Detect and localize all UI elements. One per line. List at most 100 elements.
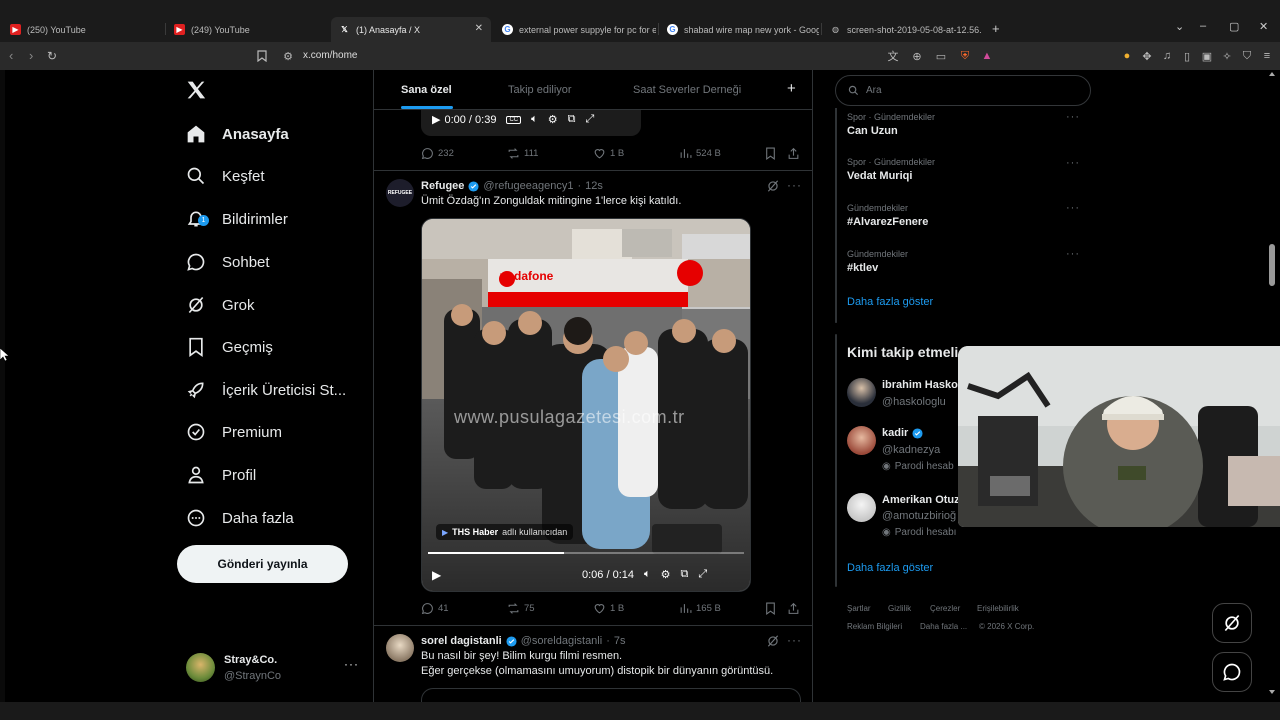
- search-box[interactable]: Ara: [835, 75, 1091, 106]
- tweet-author-name[interactable]: Refugee: [421, 180, 464, 192]
- bookmark-page-icon[interactable]: [255, 49, 269, 63]
- play-icon[interactable]: ▶: [432, 568, 441, 582]
- footer-link[interactable]: Şartlar: [847, 604, 871, 613]
- tweet-author-handle[interactable]: @refugeeagency1: [483, 180, 573, 192]
- maximize-icon[interactable]: ▢: [1229, 20, 1239, 33]
- site-info-icon[interactable]: ⚙: [281, 49, 295, 63]
- settings-icon[interactable]: ⚙: [548, 113, 558, 126]
- wallet-icon[interactable]: ▣: [1200, 49, 1214, 63]
- zoom-icon[interactable]: ⊕: [910, 49, 924, 63]
- avatar[interactable]: [847, 426, 876, 455]
- trend-name[interactable]: #ktlev: [847, 262, 878, 274]
- sidebar-item-premium[interactable]: Premium: [186, 414, 282, 450]
- puzzle-icon[interactable]: ✥: [1140, 49, 1154, 63]
- reply-button[interactable]: 232: [421, 147, 454, 160]
- leo-icon[interactable]: ✧: [1220, 49, 1234, 63]
- reload-icon[interactable]: ↻: [47, 49, 57, 63]
- extension-icon[interactable]: ●: [1120, 49, 1134, 63]
- video-credit[interactable]: ▶ THS Haber adlı kullanıcıdan: [436, 524, 574, 540]
- tab-list-icon[interactable]: ⌄: [1175, 20, 1184, 33]
- music-icon[interactable]: ♫: [1160, 49, 1174, 63]
- scroll-down-icon[interactable]: [1269, 690, 1275, 694]
- trend-more-icon[interactable]: ···: [1066, 157, 1080, 169]
- sidebar-item-bookmarks[interactable]: Geçmiş: [186, 329, 273, 365]
- avatar[interactable]: [386, 634, 414, 662]
- footer-link[interactable]: Reklam Bilgileri: [847, 622, 902, 631]
- forward-icon[interactable]: ›: [29, 49, 33, 63]
- fullscreen-icon[interactable]: ⤢: [585, 113, 594, 126]
- tweet-age[interactable]: 12s: [585, 180, 603, 192]
- minimize-icon[interactable]: –: [1200, 20, 1206, 32]
- bookmark-button[interactable]: [764, 602, 777, 615]
- messages-fab-button[interactable]: [1212, 652, 1252, 692]
- trend-more-icon[interactable]: ···: [1066, 111, 1080, 123]
- trends-show-more-link[interactable]: Daha fazla göster: [847, 296, 933, 308]
- post-button[interactable]: Gönderi yayınla: [177, 545, 348, 583]
- account-switcher[interactable]: Stray&Co. @StraynCo ···: [186, 653, 366, 685]
- views-button[interactable]: 165 B: [679, 602, 721, 615]
- share-button[interactable]: [787, 147, 800, 160]
- tweet-author-handle[interactable]: @soreldagistanli: [521, 635, 603, 647]
- tab-saat-severler[interactable]: Saat Severler Derneği: [633, 84, 741, 96]
- bookmark-button[interactable]: [764, 147, 777, 160]
- avatar[interactable]: [847, 378, 876, 407]
- volume-icon[interactable]: 🔈︎: [531, 113, 538, 126]
- share-button[interactable]: [787, 602, 800, 615]
- sidebar-toggle-icon[interactable]: ▯: [1180, 49, 1194, 63]
- pip-icon[interactable]: ⧉: [680, 568, 688, 581]
- x-logo-icon[interactable]: [186, 80, 208, 102]
- trend-name[interactable]: Can Uzun: [847, 125, 898, 137]
- close-tab-icon[interactable]: ✕: [475, 23, 483, 34]
- repost-button[interactable]: 111: [507, 147, 538, 160]
- browser-tab-google-2[interactable]: G shabad wire map new york - Google: [659, 17, 819, 42]
- settings-icon[interactable]: ⚙: [661, 568, 671, 581]
- browser-tab-x-home[interactable]: 𝕏 (1) Anasayfa / X ✕: [331, 17, 491, 42]
- browser-tab-screenshot[interactable]: ◍ screen-shot-2019-05-08-at-12.56.12: [822, 17, 982, 42]
- rewards-icon[interactable]: ▲: [980, 49, 994, 63]
- footer-link[interactable]: Gizlilik: [888, 604, 911, 613]
- sidebar-item-creator-studio[interactable]: İçerik Üreticisi St...: [186, 372, 346, 408]
- trend-more-icon[interactable]: ···: [1066, 248, 1080, 260]
- cast-icon[interactable]: ▭: [934, 49, 948, 63]
- tab-for-you[interactable]: Sana özel: [401, 84, 452, 96]
- video-progress-track[interactable]: [428, 552, 744, 554]
- add-tab-icon[interactable]: +: [787, 80, 796, 97]
- tweet-video[interactable]: www.pusulagazetesi.com.tr vodafone ▶ THS…: [421, 218, 751, 592]
- play-icon[interactable]: ▶: [432, 113, 440, 126]
- views-button[interactable]: 524 B: [679, 147, 721, 160]
- scroll-up-icon[interactable]: [1269, 72, 1275, 76]
- follow-name[interactable]: kadir: [882, 427, 908, 439]
- grok-explain-icon[interactable]: [766, 179, 780, 193]
- quoted-tweet[interactable]: [421, 688, 801, 702]
- avatar[interactable]: [847, 493, 876, 522]
- trend-name[interactable]: #AlvarezFenere: [847, 216, 928, 228]
- sidebar-item-chat[interactable]: Sohbet: [186, 244, 270, 280]
- footer-link[interactable]: Erişilebilirlik: [977, 604, 1019, 613]
- vpn-icon[interactable]: ⛉: [1240, 49, 1254, 63]
- avatar[interactable]: REFUGEE: [386, 179, 414, 207]
- browser-tab-google-1[interactable]: G external power suppyle for pc for ele: [494, 17, 656, 42]
- page-scrollbar[interactable]: [1268, 70, 1276, 702]
- translate-icon[interactable]: 文: [886, 49, 900, 63]
- follow-name[interactable]: ibrahim Hasko: [882, 379, 958, 391]
- grok-explain-icon[interactable]: [766, 634, 780, 648]
- tweet-author-name[interactable]: sorel dagistanli: [421, 635, 502, 647]
- follow-name[interactable]: Amerikan Otuz: [882, 494, 960, 506]
- grok-fab-button[interactable]: [1212, 603, 1252, 643]
- tab-following[interactable]: Takip ediliyor: [508, 84, 572, 96]
- sidebar-item-home[interactable]: Anasayfa: [186, 116, 289, 152]
- brave-shield-icon[interactable]: ⛨: [958, 49, 972, 63]
- scrollbar-thumb[interactable]: [1269, 244, 1275, 286]
- tweet-more-icon[interactable]: ···: [787, 633, 802, 647]
- search-input[interactable]: Ara: [866, 85, 882, 96]
- footer-link[interactable]: Çerezler: [930, 604, 960, 613]
- tweet-age[interactable]: 7s: [614, 635, 626, 647]
- pip-icon[interactable]: ⧉: [568, 113, 576, 126]
- captions-icon[interactable]: CC: [506, 115, 522, 124]
- fullscreen-icon[interactable]: ⤢: [698, 568, 707, 581]
- back-icon[interactable]: ‹: [9, 49, 13, 63]
- close-window-icon[interactable]: ✕: [1259, 20, 1268, 33]
- sidebar-item-more[interactable]: Daha fazla: [186, 500, 294, 536]
- tweet-more-icon[interactable]: ···: [787, 178, 802, 192]
- sidebar-item-notifications[interactable]: 1 Bildirimler: [186, 201, 288, 237]
